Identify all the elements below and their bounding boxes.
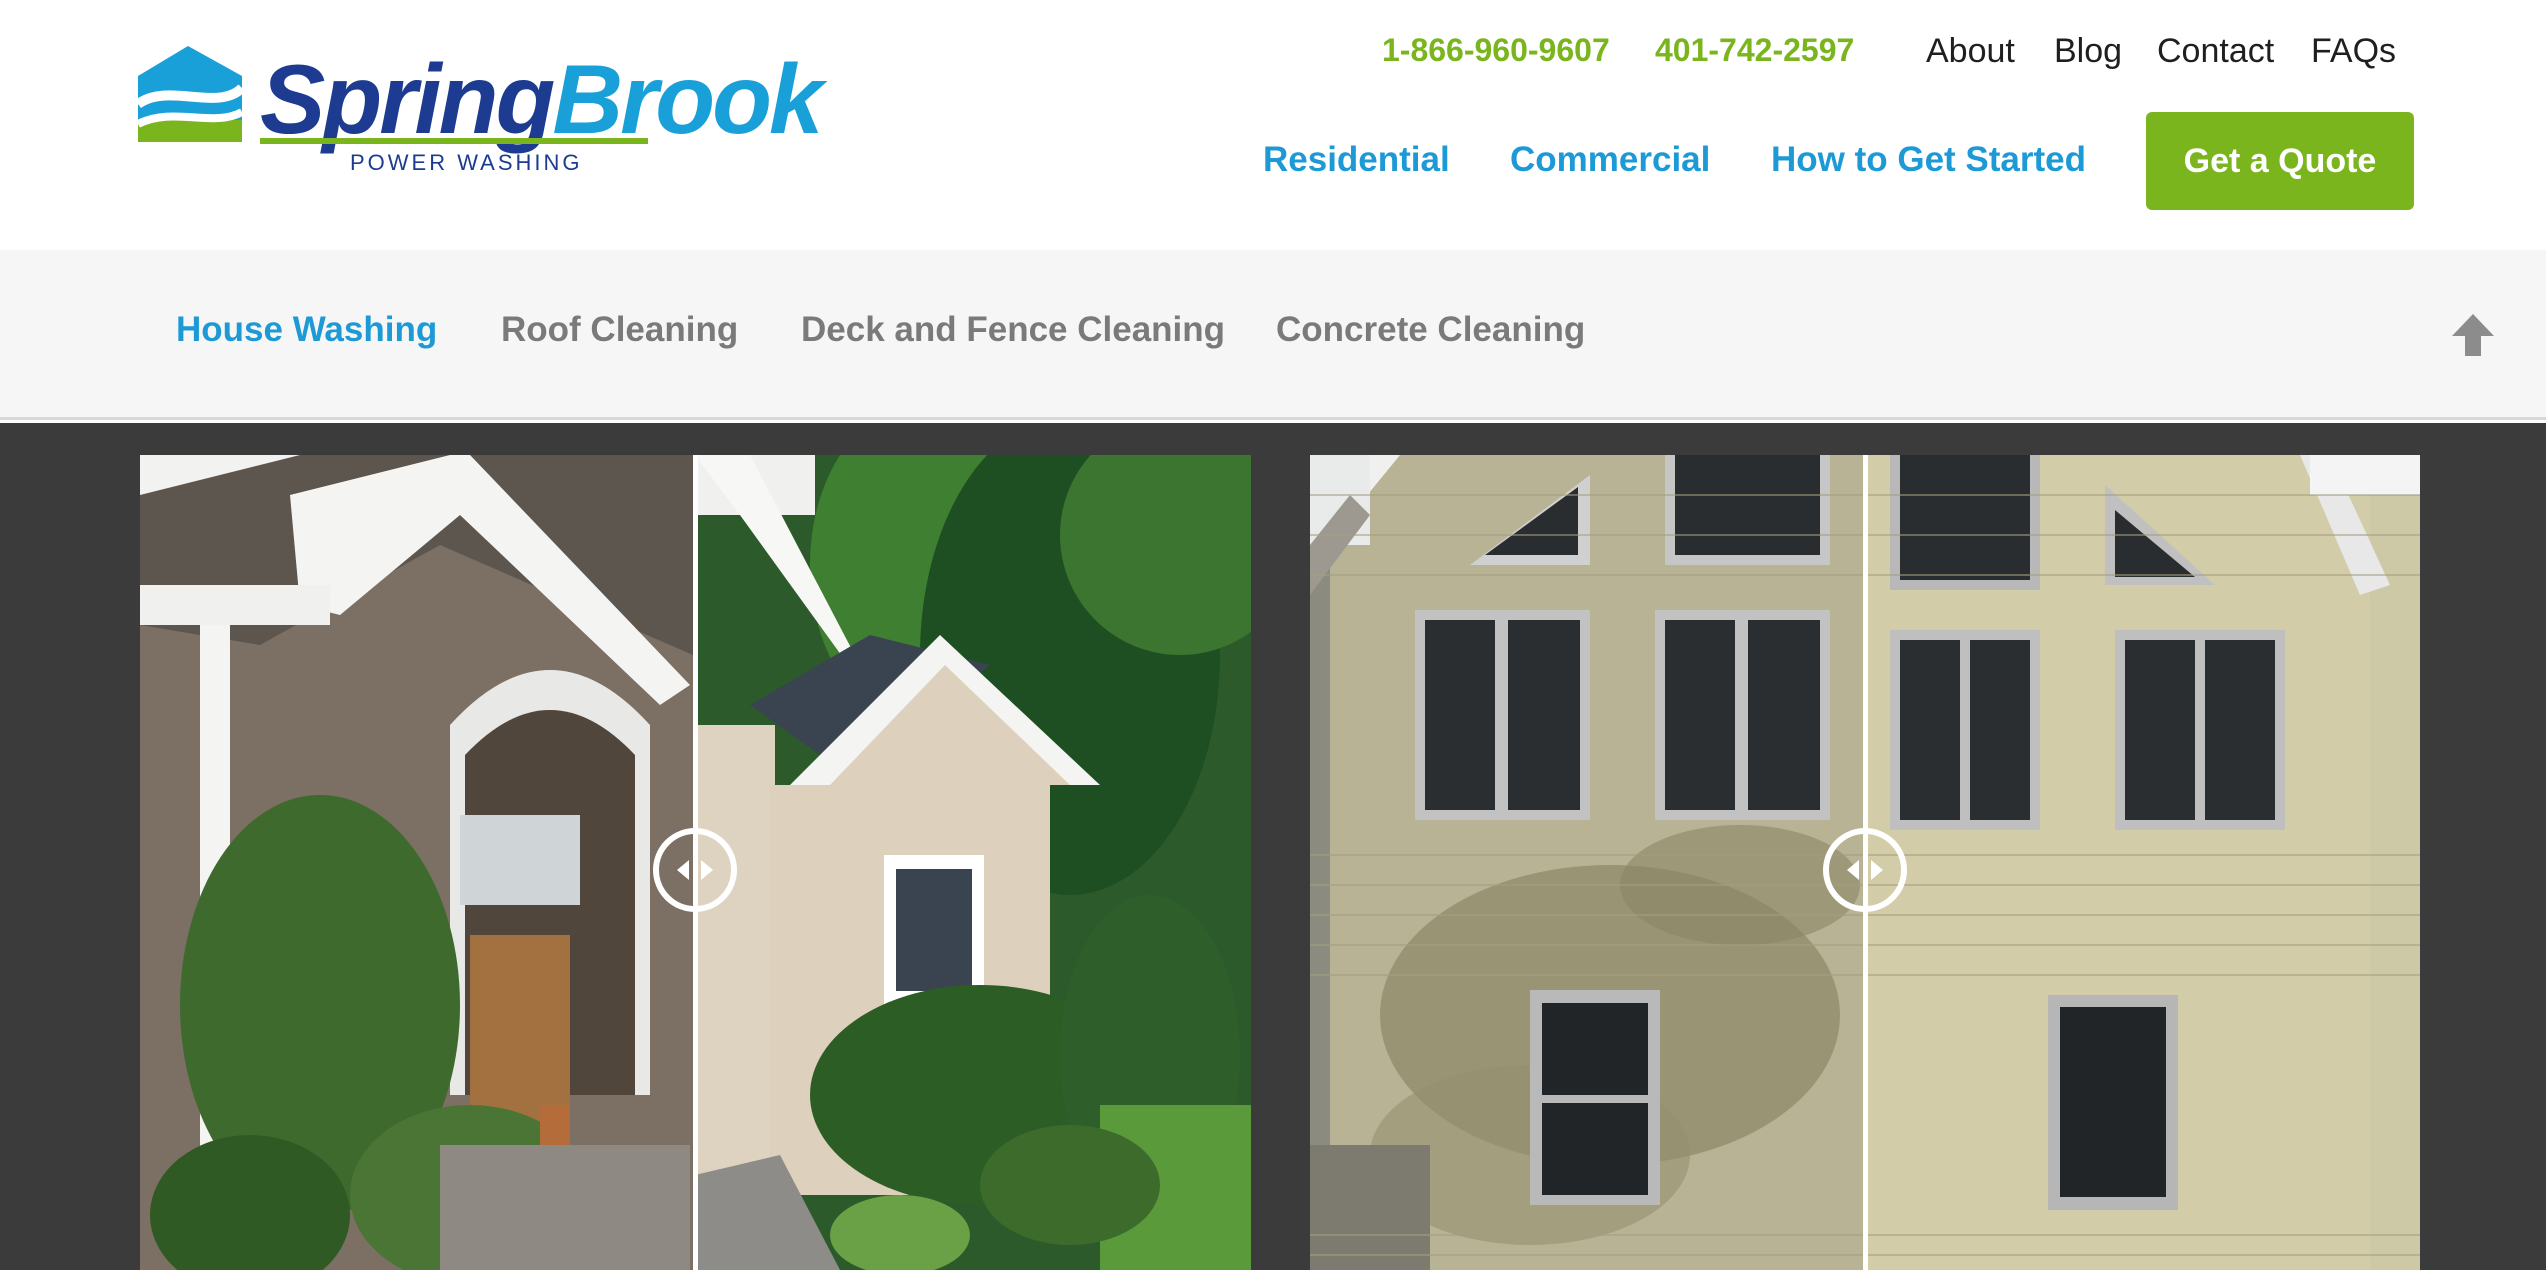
before-after-slider-siding-house[interactable] bbox=[1310, 455, 2420, 1270]
subnav-concrete-cleaning[interactable]: Concrete Cleaning bbox=[1276, 310, 1585, 350]
logo-underline bbox=[260, 138, 648, 144]
house-logo-icon bbox=[138, 46, 246, 142]
subnav-roof-cleaning[interactable]: Roof Cleaning bbox=[501, 310, 738, 350]
phone-link-local[interactable]: 401-742-2597 bbox=[1655, 32, 1854, 69]
subnav-house-washing[interactable]: House Washing bbox=[176, 310, 437, 350]
logo-tagline: POWER WASHING bbox=[350, 150, 583, 175]
logo-wordmark: SpringBrook bbox=[260, 50, 823, 148]
before-after-slider-house-front[interactable] bbox=[140, 455, 1251, 1270]
slider-handle[interactable] bbox=[1823, 828, 1907, 912]
site-header: SpringBrook POWER WASHING 1-866-960-9607… bbox=[0, 0, 2546, 250]
get-a-quote-button[interactable]: Get a Quote bbox=[2146, 112, 2414, 210]
service-subnav: House Washing Roof Cleaning Deck and Fen… bbox=[0, 250, 2546, 420]
nav-link-blog[interactable]: Blog bbox=[2054, 32, 2122, 71]
nav-link-about[interactable]: About bbox=[1926, 32, 2015, 71]
main-nav-residential[interactable]: Residential bbox=[1263, 140, 1450, 180]
subnav-deck-fence-cleaning[interactable]: Deck and Fence Cleaning bbox=[801, 310, 1225, 350]
slider-handle[interactable] bbox=[653, 828, 737, 912]
left-right-arrows-icon bbox=[677, 860, 713, 880]
phone-link-tollfree[interactable]: 1-866-960-9607 bbox=[1382, 32, 1610, 69]
arrow-up-icon[interactable] bbox=[2450, 312, 2496, 358]
main-nav-how-to-get-started[interactable]: How to Get Started bbox=[1771, 140, 2086, 180]
springbrook-logo[interactable]: SpringBrook POWER WASHING bbox=[138, 42, 823, 182]
before-after-gallery bbox=[0, 423, 2546, 1270]
main-nav-commercial[interactable]: Commercial bbox=[1510, 140, 1710, 180]
left-right-arrows-icon bbox=[1847, 860, 1883, 880]
nav-link-faqs[interactable]: FAQs bbox=[2311, 32, 2396, 71]
nav-link-contact[interactable]: Contact bbox=[2157, 32, 2274, 71]
